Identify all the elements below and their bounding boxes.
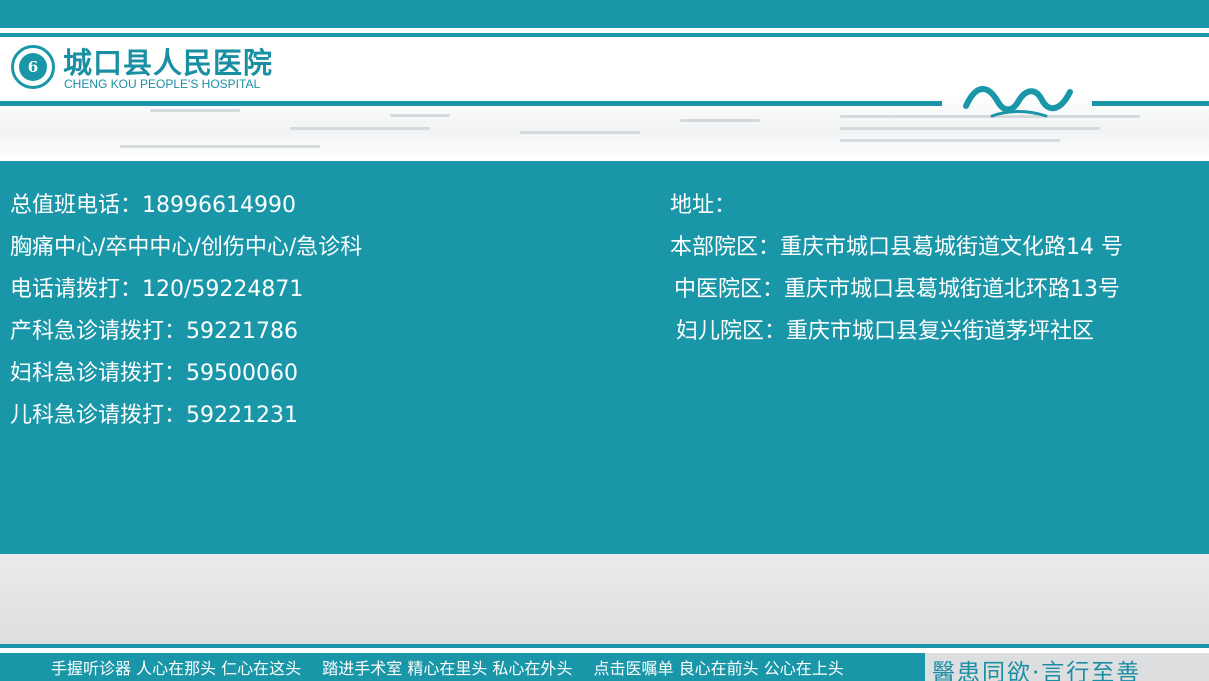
hospital-name-cn: 城口县人民医院	[63, 46, 274, 80]
faint-background-text	[840, 139, 1060, 142]
bottom-divider-line	[0, 644, 1209, 648]
header-divider-line-right	[1092, 101, 1209, 106]
top-banner-bar	[0, 0, 1209, 28]
contact-line: 产科急诊请拨打：59221786	[10, 319, 298, 344]
contact-line: 儿科急诊请拨打：59221231	[10, 403, 298, 428]
footer-slogan: 手握听诊器 人心在那头 仁心在这头 踏进手术室 精心在里头 私心在外头 点击医嘱…	[51, 659, 844, 678]
address-heading: 地址：	[670, 193, 737, 218]
faint-background-text	[840, 127, 1100, 130]
contact-line: 妇科急诊请拨打：59500060	[10, 361, 298, 386]
contact-line: 电话请拨打：120/59224871	[10, 277, 304, 302]
address-line: 中医院区：重庆市城口县葛城街道北环路13号	[674, 277, 1120, 302]
contact-line: 总值班电话：18996614990	[10, 193, 296, 218]
bottom-decoration-area	[0, 554, 1209, 644]
faint-background-text	[120, 145, 320, 148]
faint-background-text	[290, 127, 430, 130]
address-line: 本部院区：重庆市城口县葛城街道文化路14 号	[670, 235, 1123, 260]
faint-background-text	[390, 114, 450, 117]
faint-background-text	[520, 131, 640, 134]
hospital-name-en: CHENG KOU PEOPLE'S HOSPITAL	[64, 77, 261, 91]
address-line: 妇儿院区：重庆市城口县复兴街道茅坪社区	[676, 319, 1095, 344]
wave-decoration-icon	[963, 86, 1073, 118]
logo-glyph: 6	[19, 53, 47, 81]
contact-line: 胸痛中心/卒中中心/创伤中心/急诊科	[10, 235, 363, 260]
faint-background-text	[150, 109, 240, 112]
faint-background-text	[680, 119, 760, 122]
header-divider-line-left	[0, 101, 942, 106]
footer-motto: 醫患同欲·言行至善	[932, 660, 1142, 681]
hospital-logo-icon: 6	[11, 45, 55, 89]
